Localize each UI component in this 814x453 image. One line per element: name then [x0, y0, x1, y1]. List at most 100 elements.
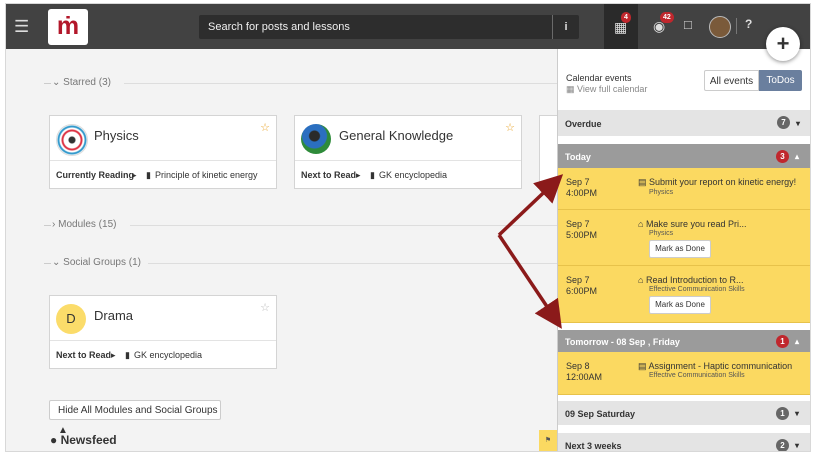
search-bar[interactable]: Search for posts and lessons i: [199, 15, 579, 39]
card-title: General Knowledge: [339, 128, 454, 143]
nav-divider: [736, 18, 737, 34]
todo-title-text: Make sure you read Pri...: [645, 219, 747, 229]
currently-reading-label: Currently Reading: [56, 170, 135, 180]
starred-label: Starred (3): [63, 77, 111, 88]
saturday-header[interactable]: 09 Sep Saturday 1 ▾: [558, 401, 810, 425]
section-line: [148, 263, 557, 264]
todo-module: Effective Communication Skills: [649, 372, 745, 379]
book-icon: ▮: [125, 350, 130, 360]
social-groups-section-toggle[interactable]: ⌄ Social Groups (1): [52, 257, 141, 268]
reading-item[interactable]: GK encyclopedia: [379, 170, 447, 180]
chevron-down-icon: ▾: [796, 119, 801, 128]
todo-title: ⌂ Read Introduction to R...: [638, 275, 744, 285]
todo-item[interactable]: Sep 7 6:00PM ⌂ Read Introduction to R...…: [558, 266, 810, 323]
view-calendar-label: View full calendar: [577, 84, 648, 94]
drama-card[interactable]: D Drama ☆ Next to Read ▸ ▮ GK encycloped…: [49, 295, 277, 369]
hamburger-menu-icon[interactable]: ☰: [14, 17, 29, 37]
todo-date: Sep 7: [566, 275, 590, 285]
section-dash: [44, 225, 51, 226]
todo-date: Sep 7: [566, 177, 590, 187]
overdue-label: Overdue: [565, 119, 602, 129]
next-weeks-header[interactable]: Next 3 weeks 2 ▾: [558, 433, 810, 451]
assignment-icon: ▤: [638, 177, 647, 187]
home-icon: ⌂: [638, 275, 644, 285]
today-label: Today: [565, 152, 591, 162]
calendar-events-title: Calendar events: [566, 73, 632, 83]
mark-as-done-button[interactable]: Mark as Done: [649, 240, 711, 258]
social-groups-label: Social Groups (1): [63, 257, 141, 268]
todo-module: Physics: [649, 189, 674, 196]
todo-date: Sep 8: [566, 361, 590, 371]
todo-item[interactable]: Sep 8 12:00AM ▤ Assignment - Haptic comm…: [558, 352, 810, 395]
today-count: 3: [776, 150, 789, 163]
todo-title-text: Submit your report on kinetic energy!: [649, 177, 797, 187]
hide-modules-button[interactable]: Hide All Modules and Social Groups ▲: [49, 400, 221, 436]
todo-title: ⌂ Make sure you read Pri...: [638, 219, 747, 229]
todo-item[interactable]: Sep 7 5:00PM ⌂ Make sure you read Pri...…: [558, 210, 810, 266]
section-dash: [44, 263, 51, 264]
mark-as-done-button[interactable]: Mark as Done: [649, 296, 711, 314]
caret-right-icon: ▸: [132, 170, 137, 180]
all-events-toggle[interactable]: All events: [704, 70, 759, 91]
physics-card[interactable]: Physics ☆ Currently Reading ▸ ▮ Principl…: [49, 115, 277, 189]
section-line: [130, 225, 557, 226]
newsfeed-heading: ● Newsfeed: [50, 433, 117, 447]
hide-modules-label: Hide All Modules and Social Groups: [58, 405, 218, 416]
todo-title-text: Read Introduction to R...: [645, 275, 744, 285]
star-icon[interactable]: ☆: [505, 121, 515, 134]
calendar-nav-button[interactable]: ▦ 4: [604, 4, 638, 49]
search-placeholder: Search for posts and lessons: [208, 21, 350, 33]
add-button[interactable]: +: [766, 27, 800, 61]
tomorrow-label: Tomorrow - 08 Sep , Friday: [565, 337, 680, 347]
book-icon: ▮: [370, 170, 375, 180]
next-to-read-label: Next to Read: [56, 350, 112, 360]
reading-item[interactable]: GK encyclopedia: [134, 350, 202, 360]
todo-time: 4:00PM: [566, 188, 598, 198]
todo-title: ▤ Assignment - Haptic communication: [638, 361, 792, 372]
starred-section-toggle[interactable]: ⌄ Starred (3): [52, 77, 111, 88]
logo-mark: ṁ: [56, 12, 80, 40]
todo-date: Sep 7: [566, 219, 590, 229]
tomorrow-header[interactable]: Tomorrow - 08 Sep , Friday 1 ▴: [558, 330, 810, 352]
todo-title-text: Assignment - Haptic communication: [648, 361, 793, 371]
user-avatar[interactable]: [709, 16, 731, 38]
next-to-read-label: Next to Read: [301, 170, 357, 180]
assignment-icon: ▤: [638, 361, 647, 371]
overdue-count: 7: [777, 116, 790, 129]
card-footer: Currently Reading ▸ ▮ Principle of kinet…: [50, 160, 276, 188]
book-icon: ▮: [146, 170, 151, 180]
note-icon[interactable]: □: [684, 17, 692, 32]
app-logo[interactable]: ṁ: [48, 9, 88, 45]
overdue-header[interactable]: Overdue 7 ▾: [558, 110, 810, 136]
info-icon[interactable]: i: [552, 15, 579, 39]
drama-initial-icon: D: [56, 304, 86, 334]
todos-toggle[interactable]: ToDos: [759, 70, 802, 91]
star-icon[interactable]: ☆: [260, 121, 270, 134]
top-navbar: ☰ ṁ Search for posts and lessons i ▦ 4 ◉…: [6, 4, 810, 49]
modules-label: Modules (15): [58, 219, 117, 230]
chat-icon: ●: [50, 433, 58, 447]
todo-time: 5:00PM: [566, 230, 598, 240]
todo-title: ▤ Submit your report on kinetic energy!: [638, 177, 796, 188]
modules-section-toggle[interactable]: › Modules (15): [52, 219, 116, 230]
today-header[interactable]: Today 3 ▴: [558, 144, 810, 168]
view-calendar-link[interactable]: ▦ View full calendar: [566, 84, 647, 95]
general-knowledge-card[interactable]: General Knowledge ☆ Next to Read ▸ ▮ GK …: [294, 115, 522, 189]
next-weeks-label: Next 3 weeks: [565, 441, 622, 451]
chevron-down-icon: ▾: [795, 409, 800, 418]
todo-time: 12:00AM: [566, 372, 603, 382]
globe-avatar-icon: [301, 124, 331, 154]
help-icon[interactable]: ?: [745, 17, 752, 31]
saturday-label: 09 Sep Saturday: [565, 409, 636, 419]
calendar-small-icon: ▦: [566, 84, 575, 94]
card-title: Drama: [94, 308, 134, 323]
app-window: ☰ ṁ Search for posts and lessons i ▦ 4 ◉…: [5, 3, 811, 452]
todo-item[interactable]: Sep 7 4:00PM ▤ Submit your report on kin…: [558, 168, 810, 210]
newsfeed-label: Newsfeed: [60, 433, 117, 447]
chevron-down-icon: ▾: [795, 441, 800, 450]
section-line: [124, 83, 557, 84]
partial-feed-tag: ⚑: [539, 430, 557, 451]
star-outline-icon[interactable]: ☆: [260, 301, 270, 314]
reading-item[interactable]: Principle of kinetic energy: [155, 170, 258, 180]
arrow-to-tomorrow: [497, 234, 562, 329]
